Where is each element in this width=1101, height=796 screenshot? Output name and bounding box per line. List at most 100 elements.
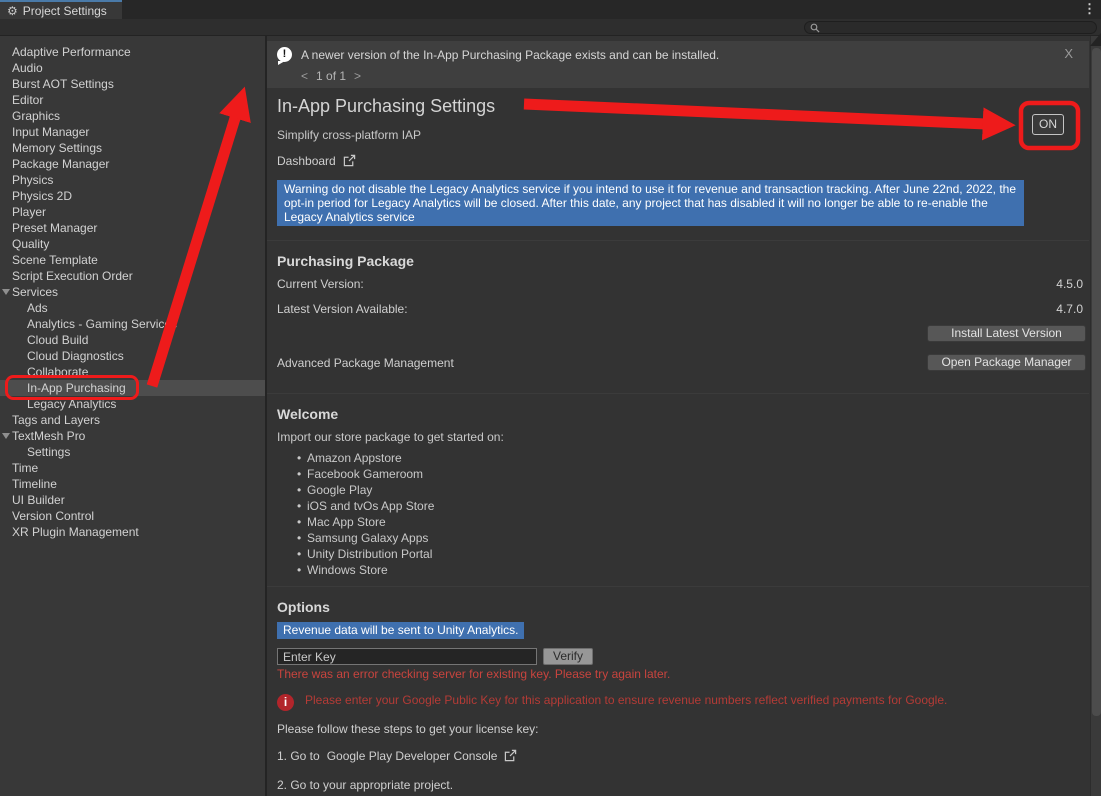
sidebar-item-editor[interactable]: Editor (0, 92, 265, 108)
sidebar-item-time[interactable]: Time (0, 460, 265, 476)
pager-prev-icon[interactable]: < (301, 69, 308, 83)
window-title-bar: ⚙ Project Settings ⋮ (0, 0, 1101, 19)
sidebar-item-audio[interactable]: Audio (0, 60, 265, 76)
sidebar-item-label: Scene Template (12, 253, 98, 267)
store-name: iOS and tvOs App Store (307, 499, 434, 513)
sidebar-item-ads[interactable]: Ads (0, 300, 265, 316)
sidebar-item-burst-aot-settings[interactable]: Burst AOT Settings (0, 76, 265, 92)
store-list-item: •Facebook Gameroom (297, 466, 1101, 482)
sidebar-item-legacy-analytics[interactable]: Legacy Analytics (0, 396, 265, 412)
sidebar-item-label: Quality (12, 237, 49, 251)
sidebar-item-cloud-diagnostics[interactable]: Cloud Diagnostics (0, 348, 265, 364)
banner-pager: < 1 of 1 > (301, 69, 1089, 83)
info-icon: i (277, 694, 294, 711)
store-name: Unity Distribution Portal (307, 547, 432, 561)
bullet-icon: • (297, 482, 307, 498)
sidebar-item-cloud-build[interactable]: Cloud Build (0, 332, 265, 348)
open-package-manager-button[interactable]: Open Package Manager (927, 354, 1086, 371)
sidebar-item-label: Burst AOT Settings (12, 77, 114, 91)
vertical-scrollbar[interactable] (1090, 36, 1101, 796)
sidebar-item-package-manager[interactable]: Package Manager (0, 156, 265, 172)
store-list: •Amazon Appstore•Facebook Gameroom•Googl… (297, 450, 1101, 578)
sidebar-item-quality[interactable]: Quality (0, 236, 265, 252)
sidebar-item-memory-settings[interactable]: Memory Settings (0, 140, 265, 156)
sidebar-item-label: Time (12, 461, 38, 475)
sidebar-item-label: Physics 2D (12, 189, 72, 203)
sidebar-item-label: Analytics - Gaming Services (27, 317, 177, 331)
bullet-icon: • (297, 466, 307, 482)
sidebar-item-services[interactable]: Services (0, 284, 265, 300)
sidebar-item-label: UI Builder (12, 493, 65, 507)
sidebar-item-script-execution-order[interactable]: Script Execution Order (0, 268, 265, 284)
store-list-item: •Windows Store (297, 562, 1101, 578)
sidebar-item-label: Player (12, 205, 46, 219)
google-key-hint-text: Please enter your Google Public Key for … (305, 693, 947, 707)
advanced-package-management-label: Advanced Package Management (277, 356, 454, 370)
settings-search-input[interactable] (824, 23, 1091, 33)
legacy-analytics-warning: Warning do not disable the Legacy Analyt… (277, 180, 1024, 226)
google-play-console-link[interactable]: Google Play Developer Console (327, 749, 498, 763)
bullet-icon: • (297, 498, 307, 514)
store-name: Windows Store (307, 563, 388, 577)
sidebar-item-ui-builder[interactable]: UI Builder (0, 492, 265, 508)
sidebar-item-scene-template[interactable]: Scene Template (0, 252, 265, 268)
sidebar-item-label: Preset Manager (12, 221, 97, 235)
external-link-icon[interactable] (343, 154, 356, 167)
latest-version-value: 4.7.0 (1056, 303, 1083, 316)
sidebar-item-label: XR Plugin Management (12, 525, 139, 539)
sidebar-item-adaptive-performance[interactable]: Adaptive Performance (0, 44, 265, 60)
sidebar-item-label: Script Execution Order (12, 269, 133, 283)
sidebar-item-collaborate[interactable]: Collaborate (0, 364, 265, 380)
sidebar-item-settings[interactable]: Settings (0, 444, 265, 460)
sidebar-item-analytics-gaming-services[interactable]: Analytics - Gaming Services (0, 316, 265, 332)
kebab-menu-icon[interactable]: ⋮ (1083, 2, 1096, 15)
external-link-icon[interactable] (504, 749, 517, 762)
current-version-value: 4.5.0 (1056, 278, 1083, 291)
window-title: Project Settings (23, 4, 107, 18)
foldout-expanded-icon[interactable] (2, 289, 10, 295)
sidebar-item-xr-plugin-management[interactable]: XR Plugin Management (0, 524, 265, 540)
sidebar-item-physics[interactable]: Physics (0, 172, 265, 188)
key-check-error-text: There was an error checking server for e… (277, 668, 1101, 681)
scrollbar-thumb[interactable] (1092, 48, 1101, 716)
sidebar-item-label: Cloud Build (27, 333, 88, 347)
sidebar-item-version-control[interactable]: Version Control (0, 508, 265, 524)
alert-speech-bubble-icon: ! (277, 47, 292, 62)
sidebar-item-label: Memory Settings (12, 141, 102, 155)
tab-project-settings[interactable]: ⚙ Project Settings (0, 0, 122, 19)
sidebar-item-label: Input Manager (12, 125, 89, 139)
foldout-expanded-icon[interactable] (2, 433, 10, 439)
sidebar-item-player[interactable]: Player (0, 204, 265, 220)
sidebar-item-preset-manager[interactable]: Preset Manager (0, 220, 265, 236)
install-latest-version-button[interactable]: Install Latest Version (927, 325, 1086, 342)
scroll-up-arrow-icon[interactable] (1090, 33, 1101, 46)
sidebar-item-label: Version Control (12, 509, 94, 523)
verify-button[interactable]: Verify (543, 648, 593, 665)
store-name: Google Play (307, 483, 372, 497)
sidebar-item-in-app-purchasing[interactable]: In-App Purchasing (0, 380, 265, 396)
settings-category-sidebar: Adaptive PerformanceAudioBurst AOT Setti… (0, 36, 267, 796)
search-box[interactable] (804, 21, 1097, 34)
bullet-icon: • (297, 450, 307, 466)
sidebar-item-physics-2d[interactable]: Physics 2D (0, 188, 265, 204)
pager-next-icon[interactable]: > (354, 69, 361, 83)
sidebar-item-label: Collaborate (27, 365, 88, 379)
sidebar-item-textmesh-pro[interactable]: TextMesh Pro (0, 428, 265, 444)
banner-close-icon[interactable]: X (1064, 46, 1073, 61)
bullet-icon: • (297, 514, 307, 530)
latest-version-label: Latest Version Available: (277, 303, 408, 316)
sidebar-item-input-manager[interactable]: Input Manager (0, 124, 265, 140)
store-list-item: •Samsung Galaxy Apps (297, 530, 1101, 546)
sidebar-item-timeline[interactable]: Timeline (0, 476, 265, 492)
sidebar-item-tags-and-layers[interactable]: Tags and Layers (0, 412, 265, 428)
section-divider (267, 240, 1089, 241)
package-update-banner: ! A newer version of the In-App Purchasi… (267, 41, 1089, 88)
store-list-item: •Google Play (297, 482, 1101, 498)
sidebar-item-graphics[interactable]: Graphics (0, 108, 265, 124)
service-on-toggle[interactable]: ON (1032, 114, 1064, 135)
google-public-key-input[interactable] (277, 648, 537, 665)
bullet-icon: • (297, 530, 307, 546)
sidebar-item-label: Services (12, 285, 58, 299)
dashboard-link[interactable]: Dashboard (277, 154, 336, 168)
page-subtitle: Simplify cross-platform IAP (277, 129, 1101, 142)
